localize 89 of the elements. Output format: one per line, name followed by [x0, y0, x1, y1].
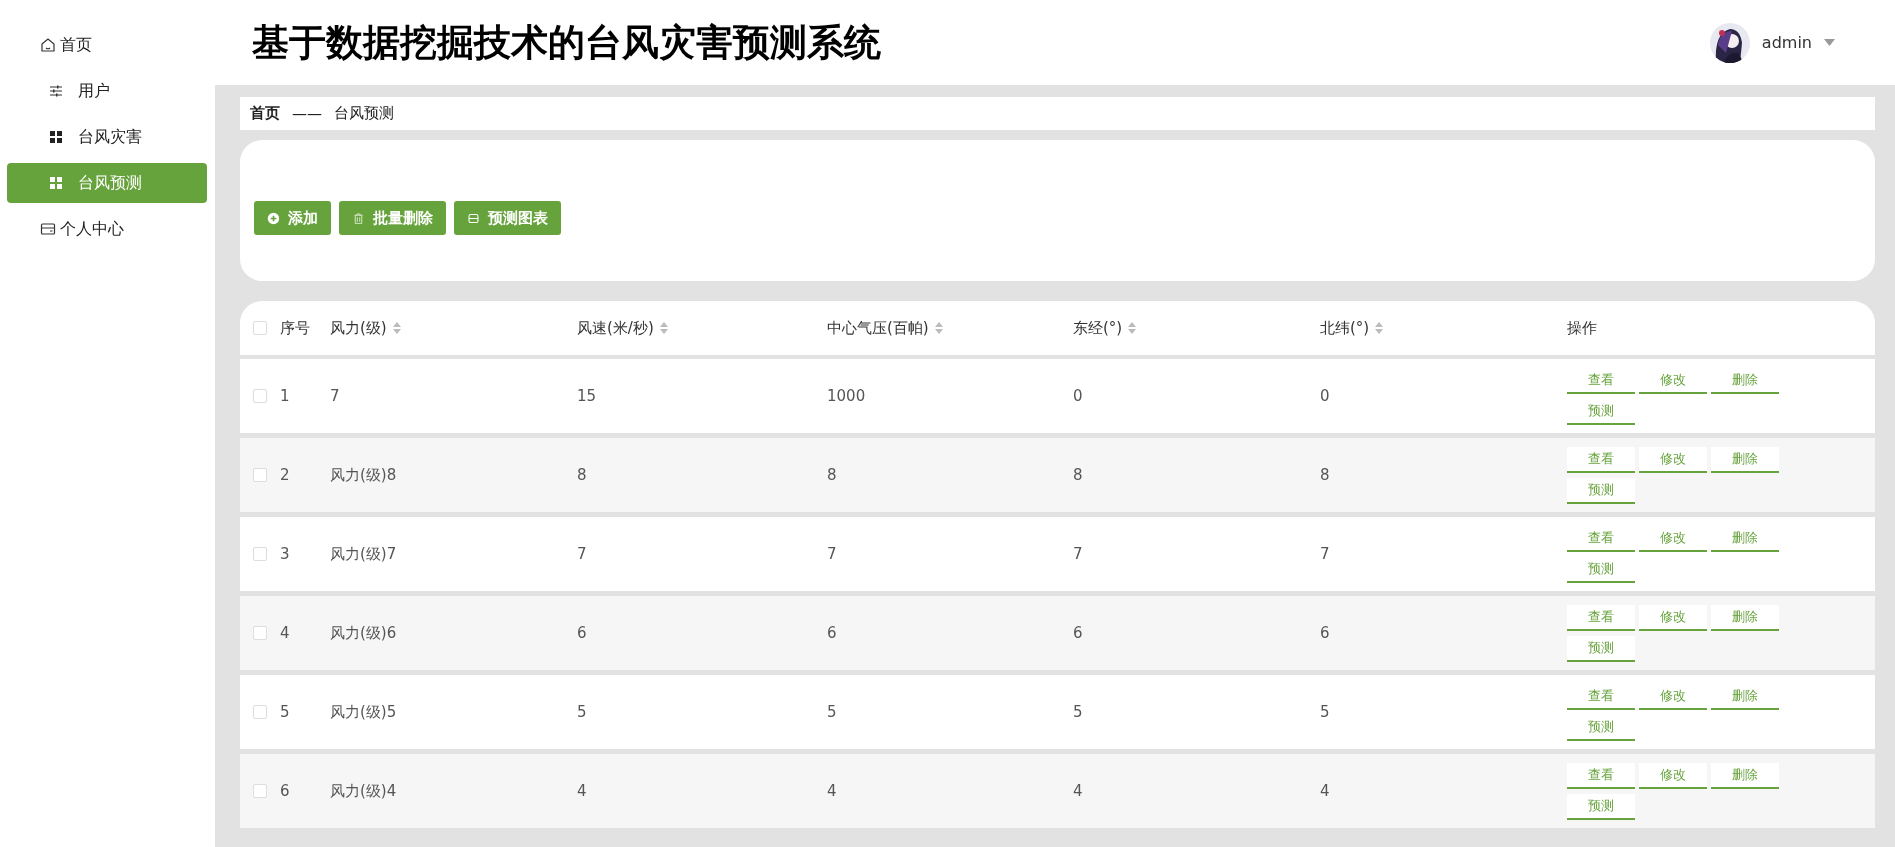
grid-icon [48, 175, 64, 191]
table-cell: 4 [577, 782, 587, 800]
table-cell: 4 [1320, 782, 1330, 800]
checkbox[interactable] [253, 468, 267, 482]
table-cell: 8 [827, 466, 837, 484]
table-cell: 风力(级)5 [330, 702, 397, 722]
table-cell: 4 [1073, 782, 1083, 800]
action-button[interactable]: 查看 [1567, 446, 1635, 473]
checkbox[interactable] [253, 705, 267, 719]
table-cell: 4 [827, 782, 837, 800]
action-button[interactable]: 修改 [1639, 762, 1707, 789]
table-cell: 6 [280, 782, 290, 800]
column-header: 风力(级) [330, 318, 387, 338]
table-cell: 7 [827, 545, 837, 563]
sort-icon[interactable] [1128, 322, 1137, 334]
table-cell: 风力(级)7 [330, 544, 397, 564]
action-button[interactable]: 预测 [1567, 793, 1635, 820]
action-button[interactable]: 查看 [1567, 762, 1635, 789]
sidebar-item[interactable]: 首页 [7, 25, 207, 65]
checkbox[interactable] [253, 547, 267, 561]
table-cell: 1 [280, 387, 290, 405]
table-cell: 7 [1320, 545, 1330, 563]
sidebar-item[interactable]: 台风预测 [7, 163, 207, 203]
breadcrumb-separator: —— [292, 104, 322, 123]
toolbar-button[interactable]: 预测图表 [454, 201, 561, 235]
breadcrumb-item[interactable]: 首页 [250, 104, 280, 123]
table-cell: 0 [1320, 387, 1330, 405]
table-cell: 0 [1073, 387, 1083, 405]
caret-icon[interactable] [1824, 39, 1835, 46]
sort-icon[interactable] [934, 322, 943, 334]
table-cell: 6 [827, 624, 837, 642]
trash-icon [352, 211, 365, 225]
action-button[interactable]: 删除 [1711, 762, 1779, 789]
action-button[interactable]: 修改 [1639, 604, 1707, 631]
table-cell: 6 [1320, 624, 1330, 642]
checkbox[interactable] [253, 389, 267, 403]
column-header: 操作 [1567, 318, 1597, 338]
table-cell: 7 [577, 545, 587, 563]
table-cell: 3 [280, 545, 290, 563]
card-icon [40, 221, 56, 237]
checkbox[interactable] [253, 626, 267, 640]
table-cell: 8 [1320, 466, 1330, 484]
table-cell: 风力(级)6 [330, 623, 397, 643]
sliders-icon [48, 83, 64, 99]
table-cell: 2 [280, 466, 290, 484]
table-cell: 5 [827, 703, 837, 721]
grid-icon [48, 129, 64, 145]
column-header: 序号 [280, 318, 310, 338]
checkbox[interactable] [253, 321, 267, 335]
sidebar-item[interactable]: 用户 [7, 71, 207, 111]
table-cell: 1000 [827, 387, 866, 405]
sidebar-item[interactable]: 个人中心 [7, 209, 207, 249]
column-header: 中心气压(百帕) [827, 318, 929, 338]
table-cell: 5 [280, 703, 290, 721]
table-cell: 5 [1073, 703, 1083, 721]
sidebar-item[interactable]: 台风灾害 [7, 117, 207, 157]
action-button[interactable]: 预测 [1567, 477, 1635, 504]
sort-icon[interactable] [659, 322, 668, 334]
action-button[interactable]: 查看 [1567, 604, 1635, 631]
table-cell: 8 [1073, 466, 1083, 484]
action-button[interactable]: 删除 [1711, 604, 1779, 631]
table-cell: 7 [330, 387, 340, 405]
box-icon [467, 211, 480, 225]
table-cell: 风力(级)4 [330, 781, 397, 801]
toolbar-button[interactable]: 批量删除 [339, 201, 446, 235]
table-cell: 4 [280, 624, 290, 642]
table-cell: 6 [577, 624, 587, 642]
sort-icon[interactable] [392, 322, 401, 334]
table-cell: 5 [577, 703, 587, 721]
sort-icon[interactable] [1375, 322, 1384, 334]
column-header: 北纬(°) [1320, 318, 1370, 338]
table-cell: 风力(级)8 [330, 465, 397, 485]
table-cell: 8 [577, 466, 587, 484]
user-name[interactable]: admin [1761, 33, 1812, 52]
page-title: 基于数据挖掘技术的台风灾害预测系统 [252, 19, 882, 66]
breadcrumb-item: 台风预测 [334, 104, 394, 123]
toolbar-button[interactable]: 添加 [254, 201, 331, 235]
table-cell: 5 [1320, 703, 1330, 721]
plus-icon [267, 211, 280, 225]
table-cell: 7 [1073, 545, 1083, 563]
action-button[interactable]: 预测 [1567, 635, 1635, 662]
action-button[interactable]: 删除 [1711, 446, 1779, 473]
column-header: 风速(米/秒) [577, 318, 654, 338]
column-header: 东经(°) [1073, 318, 1123, 338]
table-cell: 6 [1073, 624, 1083, 642]
home-icon [40, 37, 56, 53]
checkbox[interactable] [253, 784, 267, 798]
action-button[interactable]: 修改 [1639, 446, 1707, 473]
table-cell: 15 [577, 387, 597, 405]
